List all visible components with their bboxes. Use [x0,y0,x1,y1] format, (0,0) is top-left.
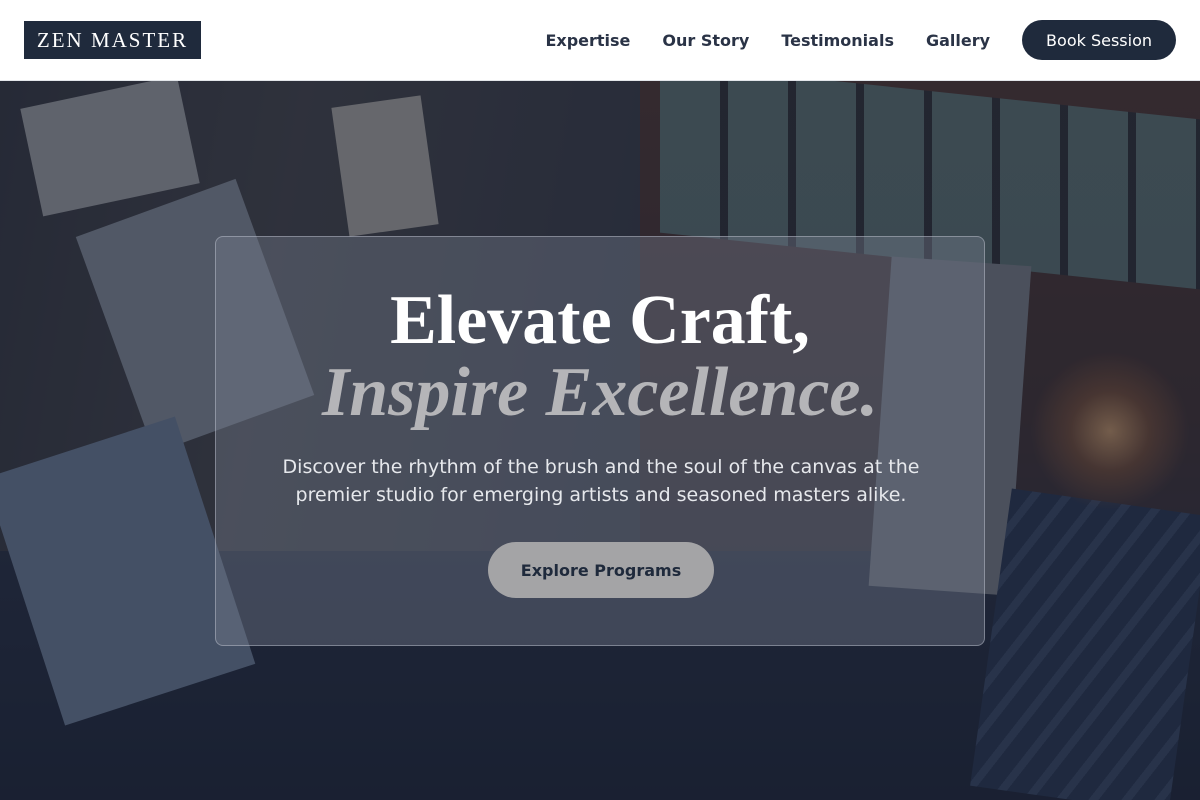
logo[interactable]: ZEN MASTER [24,21,201,59]
site-header: ZEN MASTER Expertise Our Story Testimoni… [0,0,1200,81]
hero-title-line2: Inspire Excellence. [321,354,879,431]
nav-link-testimonials[interactable]: Testimonials [781,31,894,50]
nav-link-gallery[interactable]: Gallery [926,31,990,50]
nav-link-our-story[interactable]: Our Story [662,31,749,50]
main-nav: Expertise Our Story Testimonials Gallery… [545,20,1176,60]
hero-glass-card: Elevate Craft, Inspire Excellence. Disco… [215,236,985,646]
book-session-button[interactable]: Book Session [1022,20,1176,60]
explore-programs-button[interactable]: Explore Programs [488,542,714,598]
nav-link-expertise[interactable]: Expertise [545,31,630,50]
hero-subtitle: Discover the rhythm of the brush and the… [282,456,920,506]
hero-title-line1: Elevate Craft, [390,282,810,359]
